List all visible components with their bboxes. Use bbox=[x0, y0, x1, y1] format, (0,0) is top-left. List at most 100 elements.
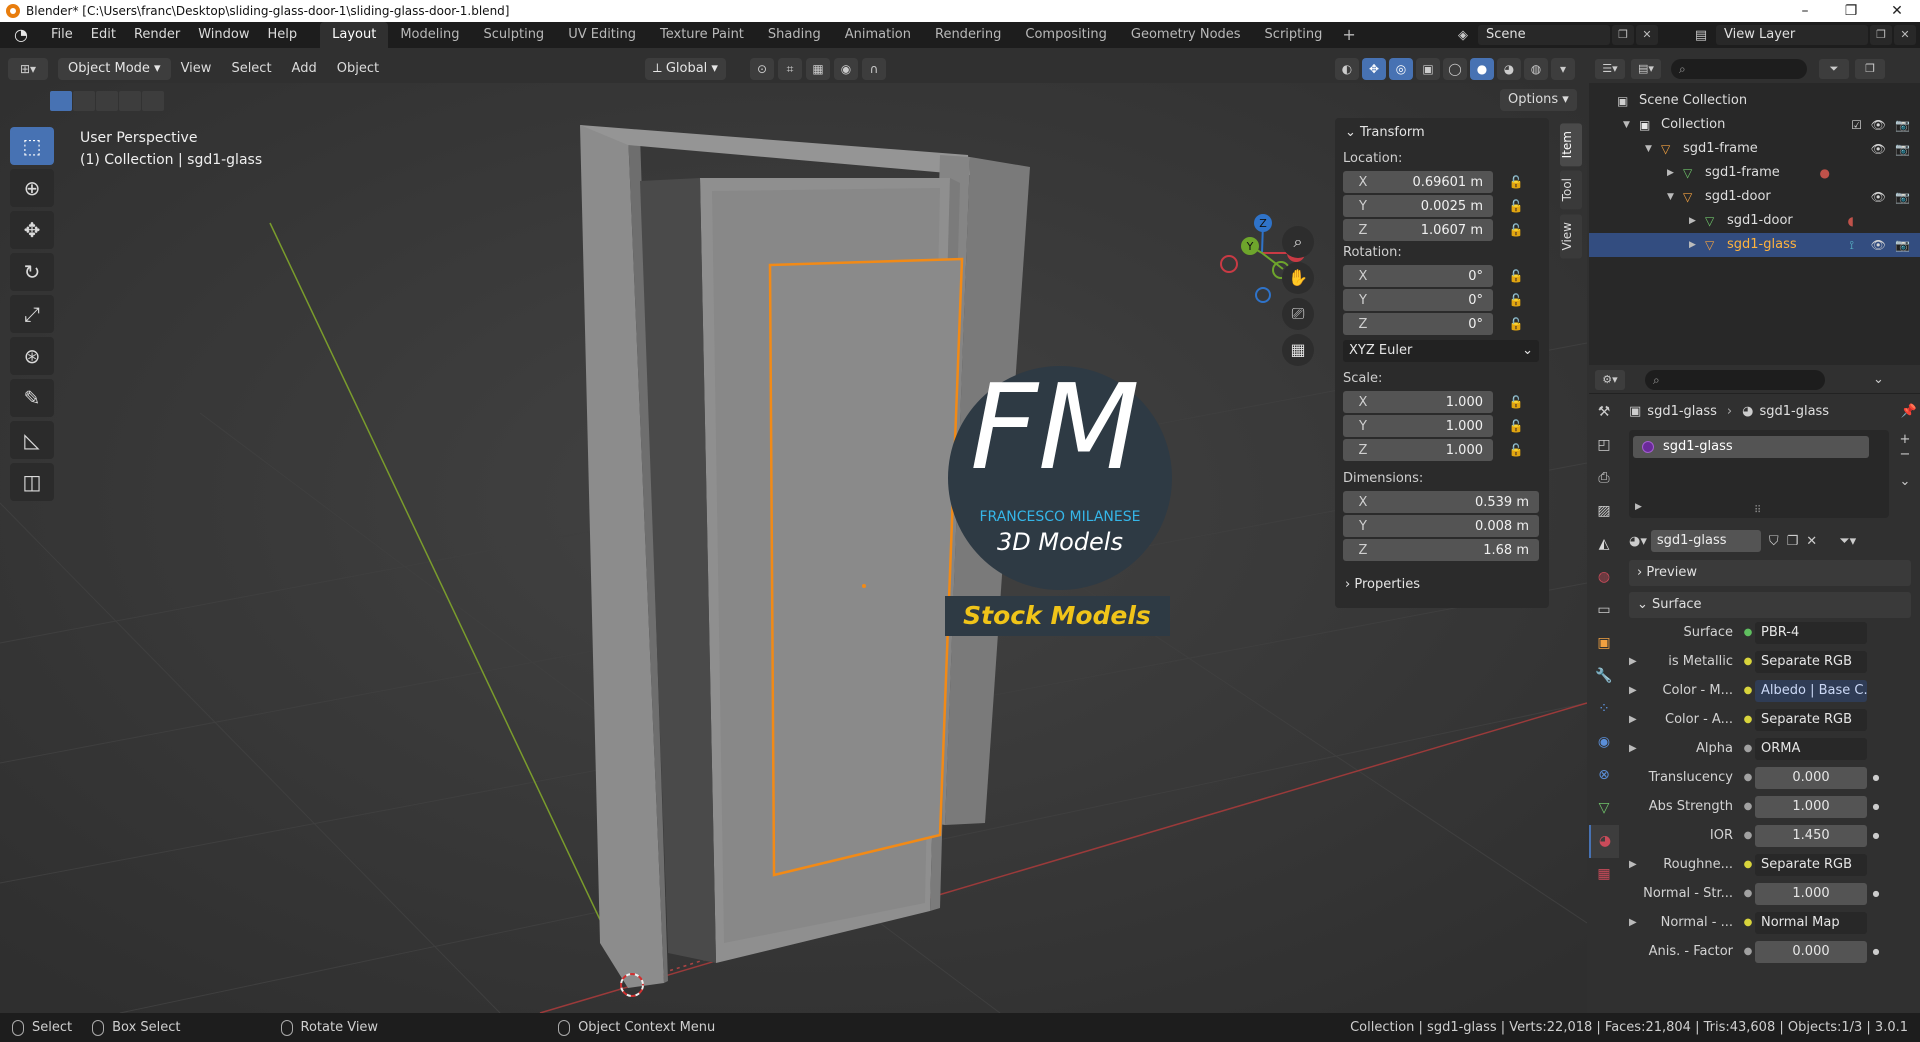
select-subtract-icon[interactable] bbox=[96, 91, 118, 111]
material-tab-icon[interactable]: ◕ bbox=[1589, 825, 1619, 858]
collection-tab-icon[interactable]: ▭ bbox=[1589, 594, 1619, 627]
options-dropdown[interactable]: Options ▾ bbox=[1500, 89, 1577, 111]
keyframe-dot-icon[interactable]: ● bbox=[1867, 802, 1885, 811]
display-mode-icon[interactable]: ▤▾ bbox=[1631, 59, 1661, 79]
location-x-field[interactable]: X 0.69601 m bbox=[1343, 171, 1493, 193]
camera-icon[interactable]: 📷 bbox=[1895, 185, 1910, 209]
outliner-row-scene-collection[interactable]: ▣ Scene Collection bbox=[1589, 89, 1920, 113]
keyframe-dot-icon[interactable]: ● bbox=[1867, 889, 1885, 898]
wireframe-shading-icon[interactable]: ◯ bbox=[1443, 58, 1467, 80]
lock-icon[interactable]: 🔓 bbox=[1503, 175, 1529, 189]
pan-hand-icon[interactable]: ✋ bbox=[1282, 262, 1314, 294]
surface-input-value[interactable]: Albedo | Base C... bbox=[1755, 679, 1867, 702]
pivot-icon[interactable]: ⊙ bbox=[750, 58, 774, 80]
visibility-icon[interactable]: ◐ bbox=[1335, 58, 1359, 80]
object-tab-icon[interactable]: ▣ bbox=[1589, 627, 1619, 660]
annotate-tool-icon[interactable]: ✎ bbox=[10, 379, 54, 417]
menu-render[interactable]: Render bbox=[125, 22, 189, 48]
solid-shading-icon[interactable]: ● bbox=[1470, 58, 1494, 80]
eye-icon[interactable]: 👁 bbox=[1871, 137, 1886, 161]
tab-scripting[interactable]: Scripting bbox=[1253, 22, 1335, 48]
remove-slot-icon[interactable]: − bbox=[1900, 447, 1911, 462]
scale-y-field[interactable]: Y 1.000 bbox=[1343, 415, 1493, 437]
world-tab-icon[interactable]: ◍ bbox=[1589, 561, 1619, 594]
chevron-right-icon[interactable]: ▶ bbox=[1629, 743, 1641, 754]
xray-icon[interactable]: ▣ bbox=[1416, 58, 1440, 80]
material-name-field[interactable]: sgd1-glass bbox=[1650, 530, 1761, 552]
menu-help[interactable]: Help bbox=[259, 22, 307, 48]
camera-icon[interactable]: 📷 bbox=[1895, 233, 1910, 257]
tab-modeling[interactable]: Modeling bbox=[388, 22, 471, 48]
tab-rendering[interactable]: Rendering bbox=[923, 22, 1013, 48]
rendered-shading-icon[interactable]: ◍ bbox=[1524, 58, 1548, 80]
scene-name-field[interactable]: Scene bbox=[1478, 25, 1610, 45]
material-shading-icon[interactable]: ◕ bbox=[1497, 58, 1521, 80]
select-invert-icon[interactable] bbox=[119, 91, 141, 111]
dimension-z-field[interactable]: Z 1.68 m bbox=[1343, 539, 1539, 561]
sidebar-tab-view[interactable]: View bbox=[1560, 213, 1582, 259]
surface-input-value[interactable]: 1.450 bbox=[1755, 824, 1867, 847]
constraints-tab-icon[interactable]: ⊗ bbox=[1589, 759, 1619, 792]
view-layer-tab-icon[interactable]: ▨ bbox=[1589, 495, 1619, 528]
dimension-x-field[interactable]: X 0.539 m bbox=[1343, 491, 1539, 513]
surface-input-value[interactable]: Separate RGB bbox=[1755, 650, 1867, 673]
slot-menu-icon[interactable]: ⌄ bbox=[1900, 474, 1911, 489]
lock-icon[interactable]: 🔓 bbox=[1503, 443, 1529, 457]
outliner-editor-type-icon[interactable]: ☰▾ bbox=[1595, 59, 1625, 79]
particles-tab-icon[interactable]: ⁘ bbox=[1589, 693, 1619, 726]
zoom-icon[interactable]: ⌕ bbox=[1282, 226, 1314, 258]
surface-input-value[interactable]: 1.000 bbox=[1755, 882, 1867, 905]
menu-file[interactable]: File bbox=[42, 22, 82, 48]
eye-icon[interactable]: 👁 bbox=[1871, 113, 1886, 137]
material-slot-item[interactable]: sgd1-glass bbox=[1633, 436, 1869, 458]
surface-input-value[interactable]: Normal Map bbox=[1755, 911, 1867, 934]
lock-icon[interactable]: 🔓 bbox=[1503, 317, 1529, 331]
data-tab-icon[interactable]: ▽ bbox=[1589, 792, 1619, 825]
new-collection-icon[interactable]: ❐ bbox=[1855, 59, 1885, 79]
scene-icon[interactable]: ◈ bbox=[1448, 28, 1478, 43]
keyframe-dot-icon[interactable]: ● bbox=[1867, 831, 1885, 840]
falloff-icon[interactable]: ∩ bbox=[862, 58, 886, 80]
eye-icon[interactable]: 👁 bbox=[1871, 233, 1886, 257]
chevron-right-icon[interactable]: ▶ bbox=[1629, 656, 1641, 667]
menu-edit[interactable]: Edit bbox=[82, 22, 125, 48]
scene-tab-icon[interactable]: ◭ bbox=[1589, 528, 1619, 561]
object-mode-dropdown[interactable]: Object Mode ▾ bbox=[58, 58, 171, 80]
snap-icon[interactable]: ⌗ bbox=[778, 58, 802, 80]
rotation-y-field[interactable]: Y 0° bbox=[1343, 289, 1493, 311]
chevron-right-icon[interactable]: ▶ bbox=[1689, 233, 1696, 257]
lock-icon[interactable]: 🔓 bbox=[1503, 419, 1529, 433]
render-tab-icon[interactable]: ◰ bbox=[1589, 429, 1619, 462]
filter-icon[interactable]: ⏷ bbox=[1819, 59, 1849, 79]
surface-input-value[interactable]: 0.000 bbox=[1755, 940, 1867, 963]
eye-icon[interactable]: 👁 bbox=[1871, 185, 1886, 209]
close-button[interactable]: ✕ bbox=[1874, 0, 1920, 22]
sidebar-tab-item[interactable]: Item bbox=[1560, 123, 1582, 167]
transform-orientation-dropdown[interactable]: ⟂ Global ▾ bbox=[645, 58, 726, 80]
tab-texture-paint[interactable]: Texture Paint bbox=[648, 22, 756, 48]
surface-input-value[interactable]: 0.000 bbox=[1755, 766, 1867, 789]
modifier-tab-icon[interactable]: 🔧 bbox=[1589, 660, 1619, 693]
blender-menu-icon[interactable]: ◔ bbox=[10, 26, 32, 44]
texture-tab-icon[interactable]: ▦ bbox=[1589, 858, 1619, 891]
editor-type-button[interactable]: ⊞▾ bbox=[8, 58, 48, 80]
tab-layout[interactable]: Layout bbox=[320, 22, 389, 48]
scale-x-field[interactable]: X 1.000 bbox=[1343, 391, 1493, 413]
move-tool-icon[interactable]: ✥ bbox=[10, 211, 54, 249]
chevron-right-icon[interactable]: ▶ bbox=[1629, 685, 1641, 696]
properties-search-input[interactable]: ⌕ bbox=[1645, 369, 1825, 390]
chevron-down-icon[interactable]: ⌄ bbox=[1873, 372, 1884, 387]
new-view-layer-icon[interactable]: ❐ bbox=[1870, 25, 1892, 45]
chevron-right-icon[interactable]: ▶ bbox=[1689, 209, 1696, 233]
delete-scene-icon[interactable]: ✕ bbox=[1636, 25, 1658, 45]
rotation-x-field[interactable]: X 0° bbox=[1343, 265, 1493, 287]
transform-tool-icon[interactable]: ⊛ bbox=[10, 337, 54, 375]
pin-icon[interactable]: 📌 bbox=[1901, 404, 1917, 419]
rotate-tool-icon[interactable]: ↻ bbox=[10, 253, 54, 291]
add-cube-tool-icon[interactable]: ◫ bbox=[10, 463, 54, 501]
node-filter-icon[interactable]: ⏷▾ bbox=[1839, 534, 1856, 549]
chevron-right-icon[interactable]: ▶ bbox=[1667, 161, 1674, 185]
select-extend-icon[interactable] bbox=[73, 91, 95, 111]
location-y-field[interactable]: Y 0.0025 m bbox=[1343, 195, 1493, 217]
fake-user-icon[interactable]: ⛉ bbox=[1769, 534, 1779, 549]
